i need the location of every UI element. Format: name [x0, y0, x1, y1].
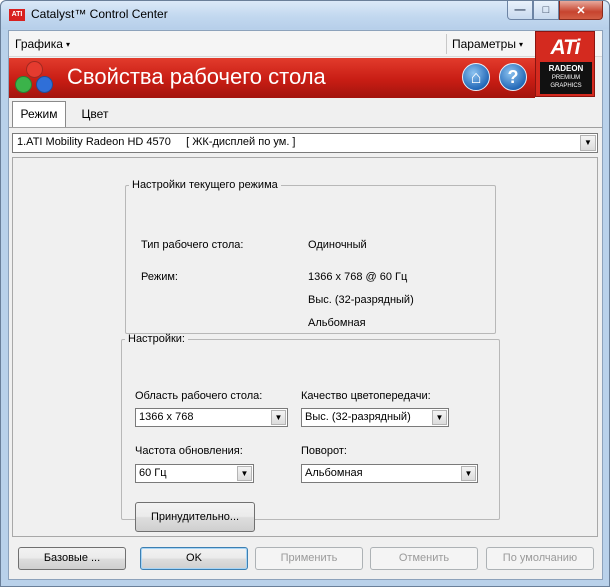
- current-mode-group: Настройки текущего режима: [125, 179, 496, 334]
- menu-graphics[interactable]: Графика ▾: [15, 37, 70, 51]
- refresh-rate-label: Частота обновления:: [135, 445, 243, 457]
- settings-legend: Настройки:: [128, 333, 185, 345]
- ok-button[interactable]: OK: [140, 547, 248, 570]
- maximize-button[interactable]: □: [533, 1, 559, 20]
- display-select-value: 1.ATI Mobility Radeon HD 4570 [ ЖК-диспл…: [17, 136, 296, 148]
- menu-bar: Графика ▾ Параметры ▾: [9, 31, 602, 57]
- refresh-rate-value: 60 Гц: [139, 467, 167, 479]
- button-bar: Базовые ... OK Применить Отменить По умо…: [9, 540, 602, 580]
- desktop-area-select[interactable]: 1366 x 768 ▼: [135, 408, 288, 427]
- ati-app-icon[interactable]: ATI: [9, 9, 25, 21]
- mode-color-depth: Выс. (32-разрядный): [308, 294, 414, 306]
- dropdown-arrow-icon[interactable]: ▼: [580, 135, 596, 151]
- basic-button[interactable]: Базовые ...: [18, 547, 126, 570]
- dropdown-arrow-icon[interactable]: ▼: [271, 410, 286, 425]
- mode-label: Режим:: [141, 271, 178, 283]
- minimize-button[interactable]: —: [507, 1, 533, 20]
- menu-parameters[interactable]: Параметры ▾: [452, 37, 523, 51]
- radeon-badge: RADEON PREMIUM GRAPHICS: [540, 62, 592, 94]
- title-bar[interactable]: ATI Catalyst™ Control Center — □ ✕: [1, 1, 609, 29]
- defaults-button[interactable]: По умолчанию: [486, 547, 594, 570]
- blue-ball: [36, 76, 53, 93]
- tab-divider: [9, 127, 602, 128]
- mode-orientation: Альбомная: [308, 317, 366, 329]
- page-title: Свойства рабочего стола: [67, 64, 326, 89]
- dropdown-arrow-icon: ▾: [518, 40, 523, 49]
- window-controls: — □ ✕: [507, 1, 603, 21]
- refresh-rate-select[interactable]: 60 Гц ▼: [135, 464, 254, 483]
- ccc-balls-icon: [15, 61, 55, 95]
- graphics-text: GRAPHICS: [550, 83, 582, 89]
- color-quality-value: Выс. (32-разрядный): [305, 411, 411, 423]
- minimize-icon: —: [514, 4, 526, 16]
- menu-parameters-label: Параметры: [452, 37, 516, 51]
- rotation-label: Поворот:: [301, 445, 347, 457]
- tab-mode[interactable]: Режим: [12, 101, 66, 128]
- desktop-area-value: 1366 x 768: [139, 411, 194, 423]
- close-button[interactable]: ✕: [559, 1, 603, 20]
- dropdown-arrow-icon[interactable]: ▼: [237, 466, 252, 481]
- current-mode-legend: Настройки текущего режима: [132, 179, 278, 191]
- menu-separator: [446, 34, 447, 54]
- red-ball: [26, 61, 43, 78]
- premium-text: PREMIUM: [551, 75, 581, 81]
- client-area: Графика ▾ Параметры ▾ ATi RADEON PREMIUM G…: [8, 30, 603, 580]
- ati-logo-text: ATi: [550, 36, 581, 59]
- display-select[interactable]: 1.ATI Mobility Radeon HD 4570 [ ЖК-диспл…: [12, 133, 598, 153]
- color-quality-select[interactable]: Выс. (32-разрядный) ▼: [301, 408, 449, 427]
- page-banner: Свойства рабочего стола ⌂ ?: [9, 58, 535, 98]
- rotation-select[interactable]: Альбомная ▼: [301, 464, 478, 483]
- window-title: Catalyst™ Control Center: [31, 7, 168, 21]
- app-window: ATI Catalyst™ Control Center — □ ✕ Графи…: [0, 0, 610, 587]
- help-button[interactable]: ?: [499, 63, 527, 91]
- color-quality-label: Качество цветопередачи:: [301, 390, 431, 402]
- home-button[interactable]: ⌂: [462, 63, 490, 91]
- help-icon: ?: [507, 67, 519, 87]
- maximize-icon: □: [542, 4, 550, 16]
- dropdown-arrow-icon: ▾: [65, 40, 70, 49]
- radeon-text: RADEON: [548, 64, 584, 73]
- green-ball: [15, 76, 32, 93]
- ati-radeon-logo: ATi RADEON PREMIUM GRAPHICS: [535, 31, 595, 97]
- desktop-area-label: Область рабочего стола:: [135, 390, 263, 402]
- mode-resolution: 1366 x 768 @ 60 Гц: [308, 271, 408, 283]
- home-icon: ⌂: [470, 67, 482, 87]
- rotation-value: Альбомная: [305, 467, 363, 479]
- close-icon: ✕: [576, 4, 586, 17]
- apply-button[interactable]: Применить: [255, 547, 363, 570]
- desktop-type-label: Тип рабочего стола:: [141, 239, 244, 251]
- cancel-button[interactable]: Отменить: [370, 547, 478, 570]
- settings-panel: Настройки текущего режима Тип рабочего с…: [12, 157, 598, 537]
- force-button[interactable]: Принудительно...: [135, 502, 255, 532]
- dropdown-arrow-icon[interactable]: ▼: [461, 466, 476, 481]
- desktop-type-value: Одиночный: [308, 239, 367, 251]
- menu-graphics-label: Графика: [15, 37, 63, 51]
- tab-color[interactable]: Цвет: [70, 101, 120, 126]
- dropdown-arrow-icon[interactable]: ▼: [432, 410, 447, 425]
